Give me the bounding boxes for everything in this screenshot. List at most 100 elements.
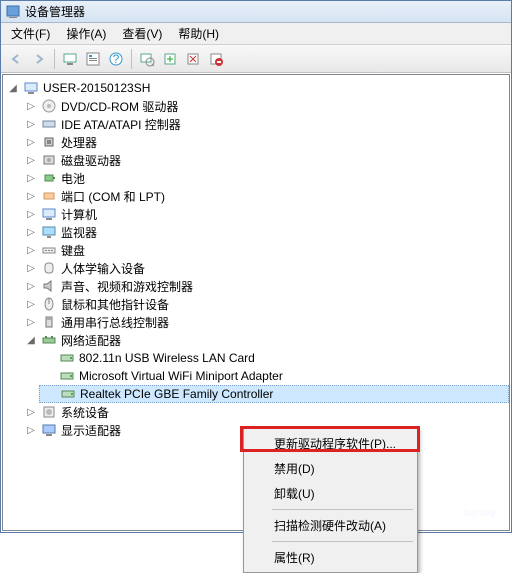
expand-icon[interactable]: ▷: [23, 170, 39, 186]
expand-icon[interactable]: ▷: [23, 260, 39, 276]
window-title: 设备管理器: [25, 3, 85, 20]
context-properties[interactable]: 属性(R): [246, 545, 415, 570]
device-node[interactable]: ▷802.11n USB Wireless LAN Card: [39, 349, 509, 367]
category-node-network[interactable]: ◢ 网络适配器: [21, 331, 509, 349]
toolbar-uninstall-button[interactable]: [182, 48, 204, 70]
toolbar-update-button[interactable]: [159, 48, 181, 70]
display-icon: [41, 422, 57, 438]
port-icon: [41, 188, 57, 204]
toolbar-help-button[interactable]: ?: [105, 48, 127, 70]
category-label: 通用串行总线控制器: [59, 314, 171, 331]
menu-action[interactable]: 操作(A): [58, 23, 114, 44]
toolbar-disable-button[interactable]: [205, 48, 227, 70]
category-label: 电池: [59, 170, 87, 187]
netcard-icon: [59, 350, 75, 366]
toolbar: ?: [1, 45, 511, 73]
menubar: 文件(F) 操作(A) 查看(V) 帮助(H): [1, 23, 511, 45]
toolbar-computer-button[interactable]: [59, 48, 81, 70]
network-icon: [41, 332, 57, 348]
menu-file[interactable]: 文件(F): [3, 23, 58, 44]
category-node[interactable]: ▷ 人体学输入设备: [21, 259, 509, 277]
expand-icon[interactable]: ▷: [23, 188, 39, 204]
system-icon: [41, 404, 57, 420]
category-node[interactable]: ▷ IDE ATA/ATAPI 控制器: [21, 115, 509, 133]
category-label: 键盘: [59, 242, 87, 259]
expand-icon[interactable]: ▷: [23, 404, 39, 420]
nav-back-button: [5, 48, 27, 70]
monitor-icon: [41, 224, 57, 240]
expand-icon[interactable]: ▷: [23, 242, 39, 258]
context-separator: [272, 509, 413, 510]
category-node[interactable]: ▷ 磁盘驱动器: [21, 151, 509, 169]
context-menu: 更新驱动程序软件(P)... 禁用(D) 卸载(U) 扫描检测硬件改动(A) 属…: [243, 428, 418, 573]
ide-icon: [41, 116, 57, 132]
toolbar-separator: [54, 49, 55, 69]
netcard-icon: [60, 386, 76, 402]
category-label: 鼠标和其他指针设备: [59, 296, 171, 313]
device-label: 802.11n USB Wireless LAN Card: [77, 351, 257, 365]
context-disable[interactable]: 禁用(D): [246, 456, 415, 481]
toolbar-separator: [131, 49, 132, 69]
expand-icon[interactable]: ▷: [23, 152, 39, 168]
nav-forward-button: [28, 48, 50, 70]
category-node[interactable]: ▷ 计算机: [21, 205, 509, 223]
battery-icon: [41, 170, 57, 186]
computer-icon: [23, 80, 39, 96]
category-node[interactable]: ▷ 系统设备: [21, 403, 509, 421]
expand-icon[interactable]: ▷: [23, 134, 39, 150]
keyboard-icon: [41, 242, 57, 258]
category-node[interactable]: ▷声音、视频和游戏控制器: [21, 277, 509, 295]
category-label: 磁盘驱动器: [59, 152, 123, 169]
category-node[interactable]: ▷ 电池: [21, 169, 509, 187]
disc-icon: [41, 98, 57, 114]
category-label: 系统设备: [59, 404, 111, 421]
category-label: 监视器: [59, 224, 99, 241]
category-label: DVD/CD-ROM 驱动器: [59, 98, 180, 115]
menu-help[interactable]: 帮助(H): [170, 23, 227, 44]
expand-icon[interactable]: ▷: [23, 98, 39, 114]
category-label: 计算机: [59, 206, 99, 223]
cpu-icon: [41, 134, 57, 150]
category-label: IDE ATA/ATAPI 控制器: [59, 116, 183, 133]
category-label: 处理器: [59, 134, 99, 151]
category-node[interactable]: ▷ 通用串行总线控制器: [21, 313, 509, 331]
category-label: 网络适配器: [59, 332, 123, 349]
category-node[interactable]: ▷ DVD/CD-ROM 驱动器: [21, 97, 509, 115]
titlebar: 设备管理器: [1, 1, 511, 23]
expand-icon[interactable]: ▷: [23, 314, 39, 330]
svg-text:?: ?: [113, 52, 120, 66]
collapse-icon[interactable]: ◢: [23, 332, 39, 348]
expand-icon[interactable]: ▷: [23, 116, 39, 132]
context-uninstall[interactable]: 卸载(U): [246, 481, 415, 506]
context-update-driver[interactable]: 更新驱动程序软件(P)...: [246, 431, 415, 456]
usb-icon: [41, 314, 57, 330]
computer-icon: [41, 206, 57, 222]
context-separator: [272, 541, 413, 542]
hdd-icon: [41, 152, 57, 168]
toolbar-scan-button[interactable]: [136, 48, 158, 70]
context-scan[interactable]: 扫描检测硬件改动(A): [246, 513, 415, 538]
expand-icon[interactable]: ▷: [23, 224, 39, 240]
category-node[interactable]: ▷ 处理器: [21, 133, 509, 151]
category-node[interactable]: ▷ 端口 (COM 和 LPT): [21, 187, 509, 205]
menu-view[interactable]: 查看(V): [114, 23, 170, 44]
category-label: 显示适配器: [59, 422, 123, 439]
category-label: 端口 (COM 和 LPT): [59, 188, 167, 205]
tree-root-label: USER-20150123SH: [41, 81, 152, 95]
device-node[interactable]: ▷Microsoft Virtual WiFi Miniport Adapter: [39, 367, 509, 385]
category-node[interactable]: ▷ 键盘: [21, 241, 509, 259]
category-node[interactable]: ▷ 监视器: [21, 223, 509, 241]
toolbar-properties-button[interactable]: [82, 48, 104, 70]
expand-icon[interactable]: ▷: [23, 278, 39, 294]
device-label: Realtek PCIe GBE Family Controller: [78, 387, 275, 401]
expand-icon[interactable]: ▷: [23, 206, 39, 222]
tree-root[interactable]: ◢ USER-20150123SH: [3, 79, 509, 97]
expand-icon[interactable]: ▷: [23, 422, 39, 438]
device-label: Microsoft Virtual WiFi Miniport Adapter: [77, 369, 285, 383]
category-label: 人体学输入设备: [59, 260, 147, 277]
collapse-icon[interactable]: ◢: [5, 80, 21, 96]
device-node[interactable]: ▷Realtek PCIe GBE Family Controller: [39, 385, 509, 403]
mouse-icon: [41, 296, 57, 312]
category-node[interactable]: ▷ 鼠标和其他指针设备: [21, 295, 509, 313]
expand-icon[interactable]: ▷: [23, 296, 39, 312]
